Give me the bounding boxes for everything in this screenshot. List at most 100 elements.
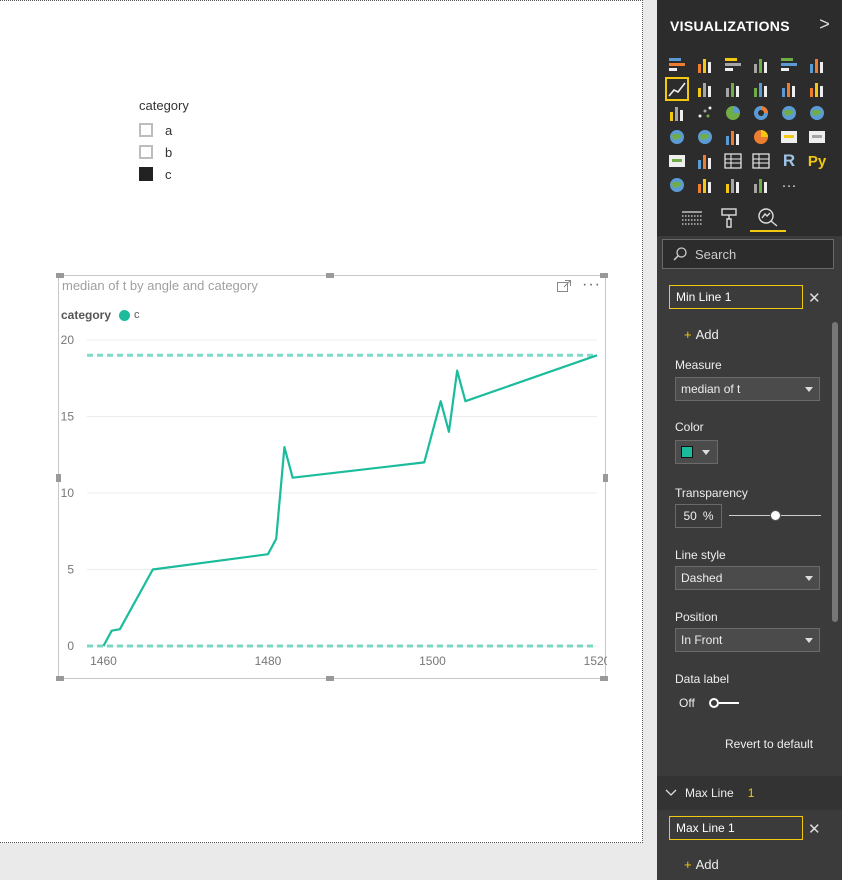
clustered-column-icon[interactable] xyxy=(750,54,772,76)
decomposition-tree-icon[interactable] xyxy=(722,174,744,196)
position-label: Position xyxy=(675,610,718,624)
line-style-dropdown[interactable]: Dashed xyxy=(675,566,820,590)
data-label-state: Off xyxy=(679,696,695,710)
series-line-c xyxy=(102,354,598,647)
pane-scrollbar[interactable] xyxy=(832,322,838,622)
color-label: Color xyxy=(675,420,704,434)
measure-value: median of t xyxy=(681,382,741,396)
revert-to-default-button[interactable]: Revert to default xyxy=(725,737,813,751)
card-icon[interactable] xyxy=(778,126,800,148)
report-canvas[interactable]: category a b c median of t by angle and … xyxy=(0,0,643,843)
measure-dropdown[interactable]: median of t xyxy=(675,377,820,401)
x-tick-label: 1480 xyxy=(255,654,282,668)
x-tick-label: 1460 xyxy=(90,654,117,668)
chart-plot-area: 051015201460148015001520 xyxy=(61,333,607,668)
pie-icon[interactable] xyxy=(722,102,744,124)
gauge-icon[interactable] xyxy=(750,126,772,148)
remove-min-line-icon[interactable]: ✕ xyxy=(808,289,821,307)
line-style-label: Line style xyxy=(675,548,726,562)
scatter-icon[interactable] xyxy=(694,102,716,124)
python-visual-icon[interactable]: Py xyxy=(806,150,828,172)
line-chart-icon[interactable] xyxy=(665,77,689,101)
line-clustered-column-icon[interactable] xyxy=(750,78,772,100)
add-min-line-button[interactable]: + Add xyxy=(684,327,719,342)
shape-map-icon[interactable] xyxy=(694,126,716,148)
100-stacked-column-icon[interactable] xyxy=(806,54,828,76)
stacked-bar-icon[interactable] xyxy=(666,54,688,76)
slicer-item-b[interactable]: b xyxy=(139,141,189,163)
chevron-down-icon xyxy=(805,387,813,392)
checkbox-a[interactable] xyxy=(139,123,153,137)
slicer-item-label: c xyxy=(165,166,172,182)
data-label-label: Data label xyxy=(675,672,730,686)
max-line-section-title: Max Line xyxy=(685,786,734,800)
tab-analytics[interactable] xyxy=(750,204,786,232)
slicer-icon[interactable] xyxy=(694,150,716,172)
transparency-value: 50 xyxy=(683,509,697,523)
chevron-down-icon xyxy=(805,576,813,581)
funnel-icon[interactable] xyxy=(722,126,744,148)
custom-line-icon[interactable] xyxy=(750,174,772,196)
collapse-chevron-icon[interactable]: > xyxy=(819,14,830,35)
arcgis-icon[interactable] xyxy=(666,174,688,196)
remove-max-line-icon[interactable]: ✕ xyxy=(808,820,821,838)
line-style-value: Dashed xyxy=(681,571,723,585)
add-max-line-button[interactable]: + Add xyxy=(684,857,719,872)
viz-gallery: R Py ··· xyxy=(665,54,836,198)
transparency-slider-thumb[interactable] xyxy=(770,510,781,521)
fields-icon xyxy=(682,211,702,225)
map-icon[interactable] xyxy=(806,102,828,124)
max-line-section-header[interactable]: Max Line 1 xyxy=(657,776,842,810)
search-icon xyxy=(673,247,687,261)
x-tick-label: 1500 xyxy=(419,654,446,668)
checkbox-c[interactable] xyxy=(139,167,153,181)
y-tick-label: 5 xyxy=(67,563,74,577)
line-chart-visual[interactable]: median of t by angle and category ··· ca… xyxy=(56,273,608,681)
pane-title: VISUALIZATIONS xyxy=(670,18,790,34)
measure-label: Measure xyxy=(675,358,722,372)
slicer-item-c[interactable]: c xyxy=(139,163,189,185)
treemap-icon[interactable] xyxy=(778,102,800,124)
key-influencers-icon[interactable] xyxy=(694,174,716,196)
transparency-input[interactable]: 50 % xyxy=(675,504,722,528)
waterfall-icon[interactable] xyxy=(666,102,688,124)
area-chart-icon[interactable] xyxy=(694,78,716,100)
transparency-label: Transparency xyxy=(675,486,748,500)
slicer-item-label: b xyxy=(165,144,173,160)
line-stacked-column-icon[interactable] xyxy=(778,78,800,100)
plus-icon: + xyxy=(684,857,692,872)
matrix-icon[interactable] xyxy=(750,150,772,172)
pane-search-box[interactable]: Search xyxy=(662,239,834,269)
data-label-toggle[interactable] xyxy=(709,698,739,708)
chevron-down-icon xyxy=(805,638,813,643)
position-dropdown[interactable]: In Front xyxy=(675,628,820,652)
multirow-card-icon[interactable] xyxy=(806,126,828,148)
add-label: Add xyxy=(695,327,719,342)
slicer-item-label: a xyxy=(165,122,173,138)
tab-format[interactable] xyxy=(711,204,747,232)
y-tick-label: 15 xyxy=(61,410,75,424)
stacked-area-icon[interactable] xyxy=(722,78,744,100)
pane-header: VISUALIZATIONS > xyxy=(657,0,842,52)
100-stacked-bar-icon[interactable] xyxy=(778,54,800,76)
min-line-name-input[interactable]: Min Line 1 xyxy=(669,285,803,309)
filled-map-icon[interactable] xyxy=(666,126,688,148)
slicer-item-a[interactable]: a xyxy=(139,119,189,141)
kpi-icon[interactable] xyxy=(666,150,688,172)
stacked-column-icon[interactable] xyxy=(694,54,716,76)
tab-fields[interactable] xyxy=(674,204,710,232)
color-picker[interactable] xyxy=(675,440,718,464)
donut-icon[interactable] xyxy=(750,102,772,124)
x-tick-label: 1520 xyxy=(584,654,607,668)
checkbox-b[interactable] xyxy=(139,145,153,159)
visualizations-pane: VISUALIZATIONS > R Py ··· Search Min Line … xyxy=(657,0,842,880)
table-icon[interactable] xyxy=(722,150,744,172)
max-line-name-input[interactable]: Max Line 1 xyxy=(669,816,803,840)
clustered-bar-icon[interactable] xyxy=(722,54,744,76)
r-visual-icon[interactable]: R xyxy=(778,150,800,172)
more-visuals-icon[interactable]: ··· xyxy=(778,174,800,196)
paint-roller-icon xyxy=(721,208,737,228)
color-swatch xyxy=(681,446,693,458)
ribbon-chart-icon[interactable] xyxy=(806,78,828,100)
y-tick-label: 20 xyxy=(61,333,75,347)
